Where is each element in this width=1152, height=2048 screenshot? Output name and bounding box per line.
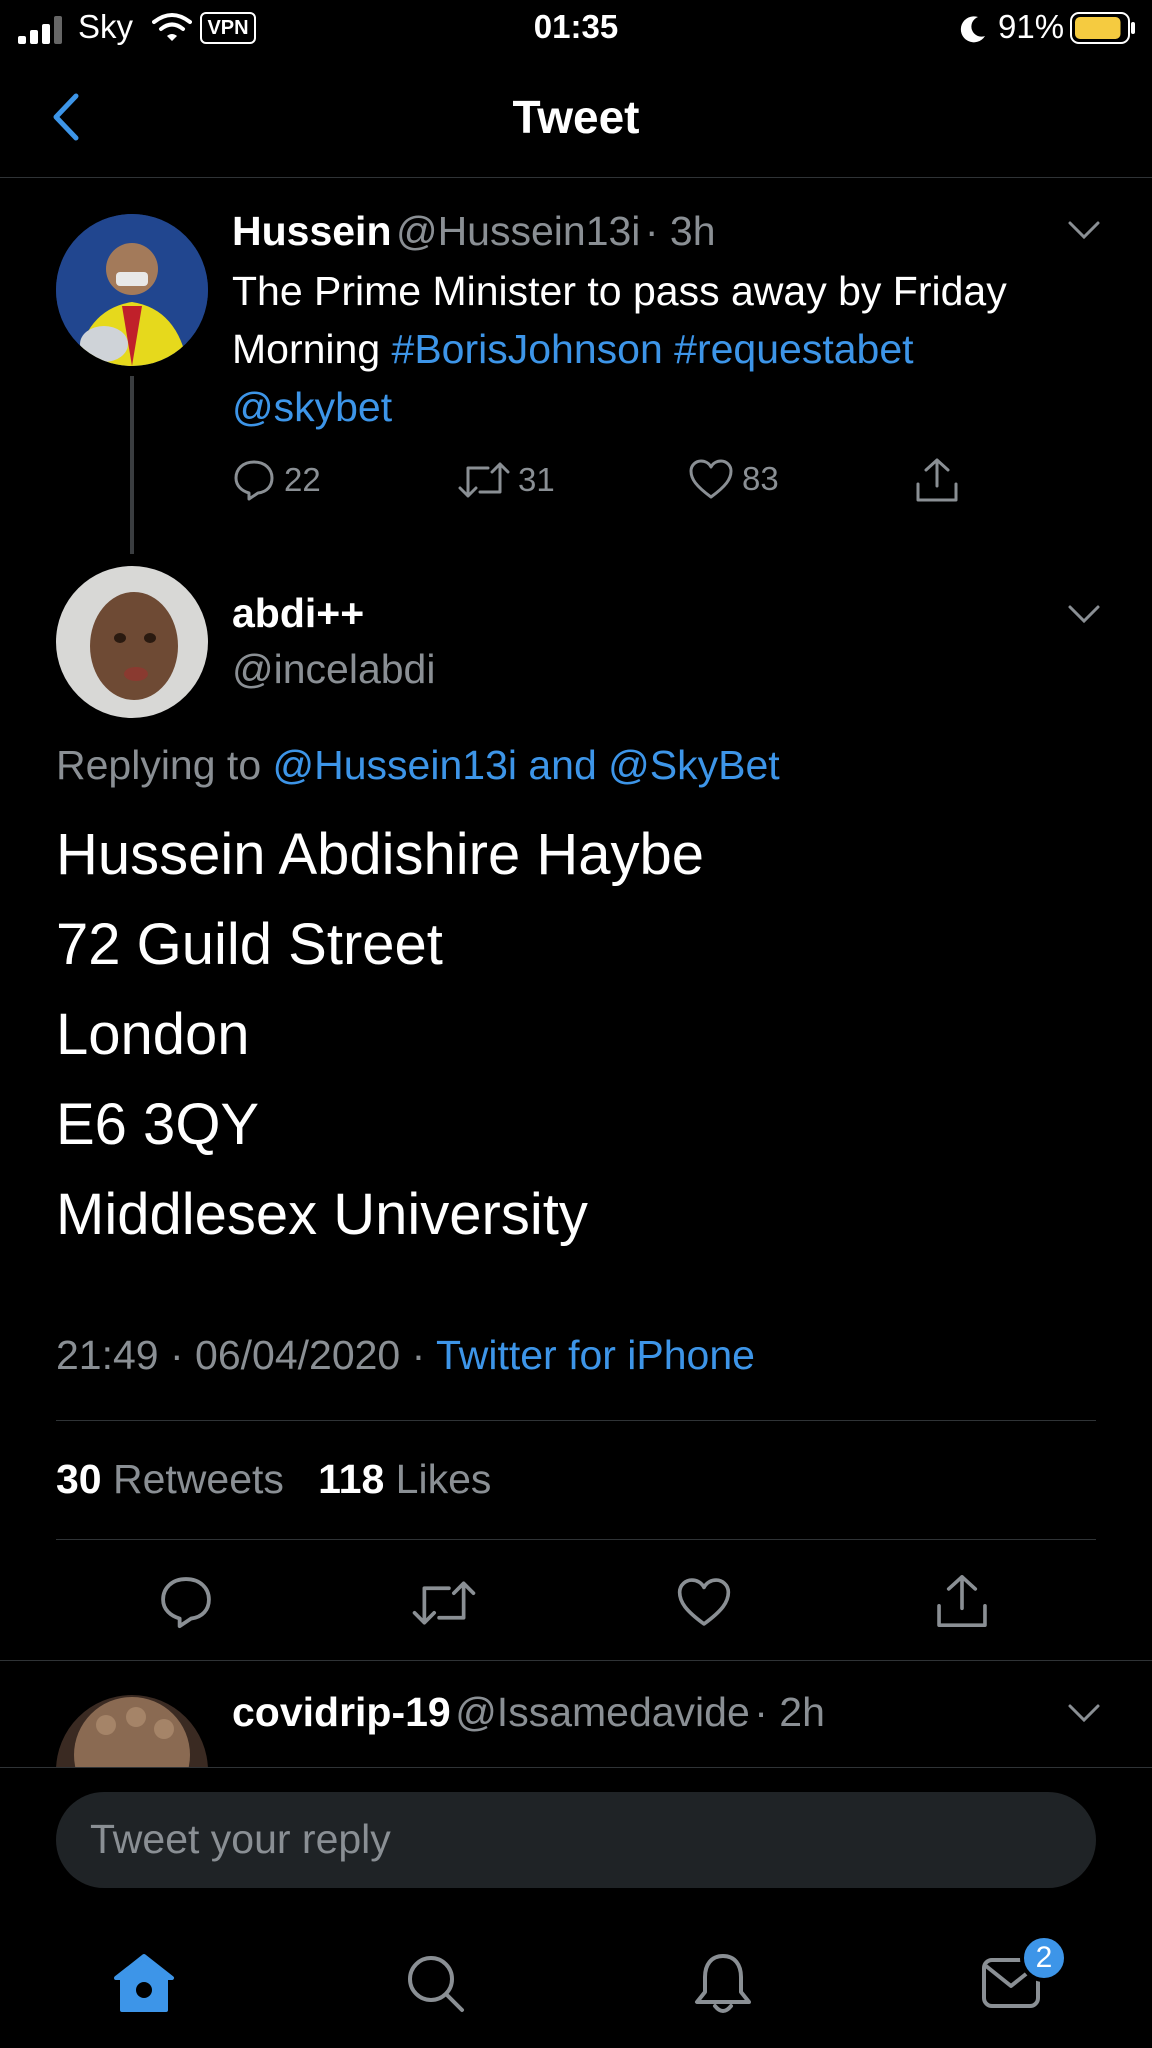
next-tweet[interactable]: covidrip-19 @Issamedavide · 2h	[0, 1661, 1152, 1767]
chevron-down-icon[interactable]	[1066, 218, 1102, 242]
tweet-age: · 2h	[754, 1689, 825, 1735]
status-bar: Sky VPN 01:35 91%	[0, 0, 1152, 58]
retweet-icon	[458, 462, 510, 498]
author-name[interactable]: covidrip-19	[232, 1689, 451, 1735]
reply-count: 22	[284, 461, 321, 498]
tweet-text: The Prime Minister to pass away by Frida…	[232, 262, 1112, 436]
author-handle[interactable]: @incelabdi	[232, 646, 435, 693]
author-handle[interactable]: @Issamedavide	[455, 1689, 750, 1735]
share-icon[interactable]	[914, 456, 960, 504]
author-name[interactable]: abdi++	[232, 590, 364, 637]
tweet-text-line: Hussein Abdishire Haybe	[56, 822, 705, 887]
chevron-down-icon[interactable]	[1066, 1701, 1102, 1725]
avatar[interactable]	[56, 1695, 208, 1767]
retweets-stat[interactable]: 30 Retweets	[56, 1456, 284, 1502]
reply-icon	[234, 460, 274, 501]
tweet-timestamp: 21:49 · 06/04/2020 ·	[56, 1332, 436, 1378]
tweet-age: · 3h	[644, 208, 716, 254]
replying-to-links[interactable]: @Hussein13i and @SkyBet	[273, 742, 780, 788]
retweet-count: 31	[518, 461, 555, 498]
tweet-text-line1: The Prime Minister to pass away by Frida…	[232, 268, 1007, 314]
tweet-header: Hussein @Hussein13i · 3h	[232, 208, 716, 255]
tweet-text-line: E6 3QY	[56, 1092, 260, 1157]
chevron-down-icon[interactable]	[1066, 602, 1102, 626]
like-total: 118	[318, 1456, 385, 1502]
retweet-total: 30	[56, 1456, 102, 1502]
tweet-header: covidrip-19 @Issamedavide · 2h	[232, 1689, 825, 1736]
divider	[56, 1420, 1096, 1421]
reply-button[interactable]: 22	[232, 458, 321, 502]
thread-line	[130, 376, 134, 554]
likes-label: Likes	[384, 1456, 492, 1502]
divider	[56, 1539, 1096, 1540]
heart-icon	[689, 459, 733, 499]
engagement-stats: 30 Retweets 118 Likes	[56, 1456, 491, 1503]
share-icon[interactable]	[934, 1572, 990, 1630]
avatar[interactable]	[56, 566, 208, 718]
tweet-source[interactable]: Twitter for iPhone	[436, 1332, 755, 1378]
tweet-text: Hussein Abdishire Haybe 72 Guild Street …	[56, 810, 704, 1260]
search-icon[interactable]	[404, 1952, 466, 2014]
retweet-icon[interactable]	[412, 1576, 476, 1630]
home-icon[interactable]	[112, 1952, 176, 2014]
heart-icon[interactable]	[676, 1576, 732, 1628]
tweet-text-line2: Morning	[232, 326, 392, 372]
battery-icon	[1070, 12, 1136, 44]
notification-badge: 2	[1020, 1934, 1068, 1982]
tab-bar: 2	[0, 1900, 1152, 2048]
nav-bar: Tweet	[0, 58, 1152, 178]
replying-to: Replying to @Hussein13i and @SkyBet	[56, 742, 780, 789]
reply-icon[interactable]	[158, 1574, 214, 1630]
hashtag-link[interactable]: #BorisJohnson	[392, 326, 663, 372]
battery-percent: 91%	[998, 8, 1065, 45]
avatar[interactable]	[56, 214, 208, 366]
like-count: 83	[742, 460, 779, 497]
retweets-label: Retweets	[101, 1456, 284, 1502]
divider	[0, 1767, 1152, 1768]
hashtag-link[interactable]: #requestabet	[674, 326, 913, 372]
replying-prefix: Replying to	[56, 742, 273, 788]
tweet-text-line: 72 Guild Street	[56, 912, 443, 977]
likes-stat[interactable]: 118 Likes	[318, 1456, 491, 1502]
retweet-button[interactable]: 31	[458, 458, 555, 502]
tweet-text-line: Middlesex University	[56, 1182, 588, 1247]
tweet-text-line: London	[56, 1002, 250, 1067]
like-button[interactable]: 83	[688, 458, 779, 500]
tweet-meta: 21:49 · 06/04/2020 · Twitter for iPhone	[56, 1332, 755, 1379]
mention-link[interactable]: @skybet	[232, 384, 392, 430]
badge-count: 2	[1035, 1941, 1053, 1974]
author-name[interactable]: Hussein	[232, 208, 392, 254]
reply-placeholder: Tweet your reply	[90, 1816, 391, 1862]
bell-icon[interactable]	[692, 1950, 754, 2016]
author-handle[interactable]: @Hussein13i	[396, 208, 640, 254]
page-title: Tweet	[512, 91, 640, 143]
moon-icon	[958, 14, 988, 44]
